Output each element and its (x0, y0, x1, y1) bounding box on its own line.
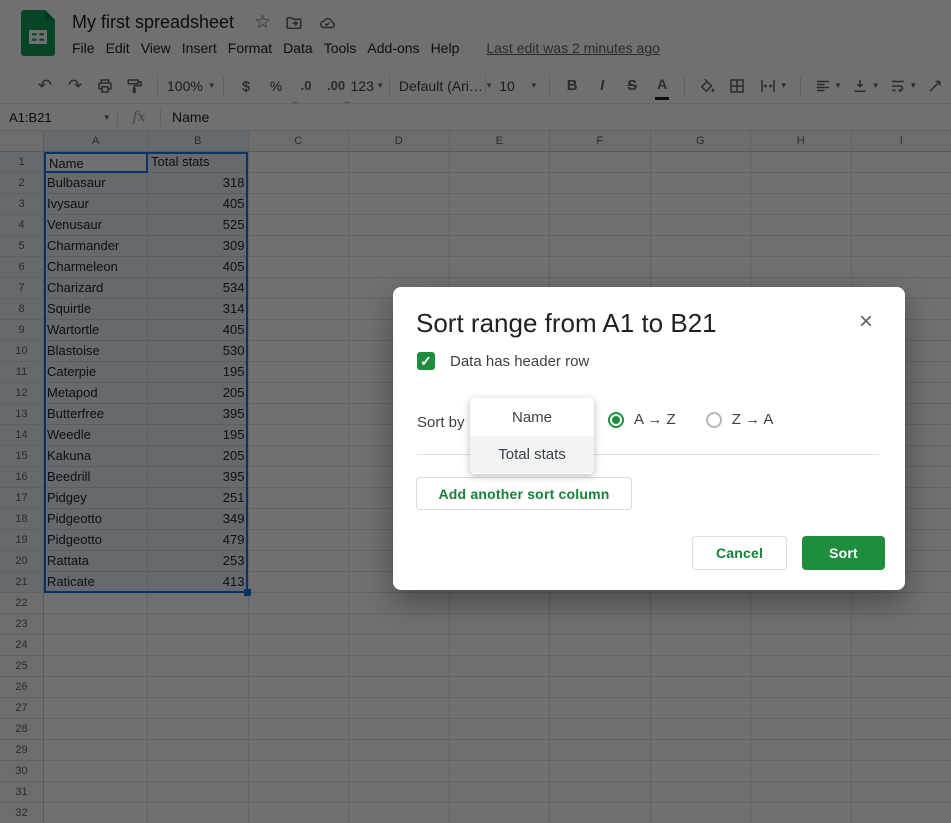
google-sheets-window: My first spreadsheet ☆ FileEdi (0, 0, 951, 823)
sort-button[interactable]: Sort (802, 536, 885, 570)
dialog-title: Sort range from A1 to B21 (416, 308, 717, 339)
check-icon: ✓ (420, 352, 432, 370)
descending-label: Z → A (732, 411, 774, 428)
sort-column-dropdown: NameTotal stats (470, 398, 594, 474)
cancel-button[interactable]: Cancel (692, 536, 787, 570)
sort-column-option-name[interactable]: Name (470, 399, 594, 436)
radio-descending[interactable]: Z → A (706, 411, 774, 428)
radio-selected-icon (608, 412, 624, 428)
radio-ascending[interactable]: A → Z (608, 411, 676, 428)
ascending-label: A → Z (634, 411, 676, 428)
close-icon[interactable]: × (859, 311, 873, 333)
sort-column-option-total-stats[interactable]: Total stats (470, 436, 594, 473)
header-row-checkbox[interactable]: ✓ (417, 352, 435, 370)
header-row-label: Data has header row (450, 353, 589, 370)
radio-unselected-icon (706, 412, 722, 428)
sort-order-radios: A → Z Z → A (608, 411, 773, 428)
sort-by-label: Sort by (417, 414, 465, 431)
add-sort-column-button[interactable]: Add another sort column (416, 477, 632, 510)
